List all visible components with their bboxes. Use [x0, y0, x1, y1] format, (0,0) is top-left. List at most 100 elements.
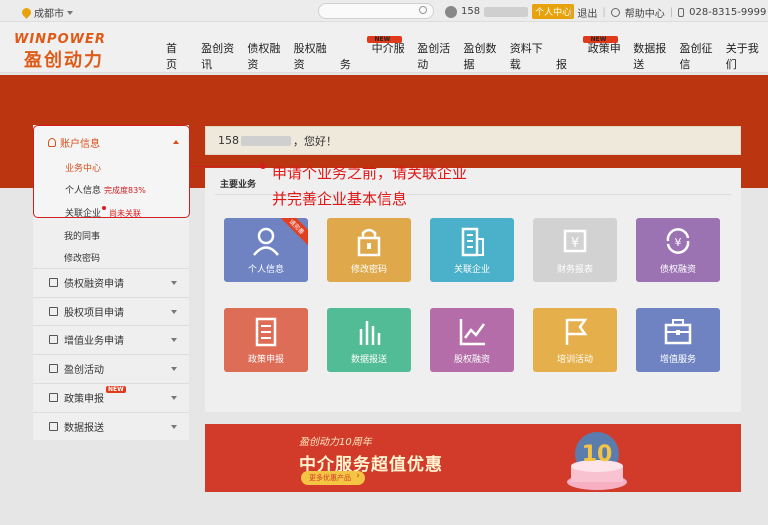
anniversary-cake-icon: 10: [567, 432, 627, 490]
city-selector[interactable]: 成都市: [20, 5, 73, 20]
nav-item-1[interactable]: 盈创资讯: [197, 40, 243, 72]
nav-item-6[interactable]: 盈创数据: [459, 40, 505, 72]
person-icon: [253, 227, 279, 256]
line-chart-icon: [459, 319, 486, 346]
account-info-header[interactable]: 账户信息: [48, 135, 100, 150]
top-links: | 退出 | 帮助中心 | 028-8315-9999: [569, 5, 767, 20]
nav-item-4[interactable]: NEW中介服务: [336, 36, 413, 72]
sidebar-section-label: 债权融资申请: [64, 279, 124, 290]
chevron-down-icon: [171, 424, 177, 429]
tile-label: 个人信息: [247, 265, 284, 275]
sidebar-item-change-password[interactable]: 修改密码: [64, 251, 100, 264]
sidebar-section-2[interactable]: 增值业务申请: [33, 325, 189, 353]
chevron-down-icon: [171, 395, 177, 400]
tile-label: 培训活动: [556, 355, 593, 365]
site-header: WINPOWER 盈创动力 首页 盈创资讯 债权融资 股权融资 NEW中介服务 盈创活动盈…: [0, 22, 768, 73]
svg-text:10: 10: [582, 442, 613, 467]
tile-building[interactable]: 关联企业: [430, 218, 514, 282]
search-icon[interactable]: [419, 6, 427, 14]
chevron-down-icon: [171, 281, 177, 285]
greeting-phone-prefix: 158: [218, 134, 239, 147]
alert-dot-icon: [102, 206, 107, 210]
annotation-line: [190, 166, 264, 167]
briefcase-icon: [664, 319, 692, 345]
sidebar-item-related-company[interactable]: 关联企业 尚未关联: [65, 206, 141, 219]
user-info[interactable]: 158 个人中心: [445, 4, 575, 19]
tile-label: 股权融资: [453, 355, 490, 365]
nav-item-11[interactable]: 关于我们: [722, 40, 768, 72]
annotation-line-1: 申请个业务之前，请关联企业: [272, 164, 468, 182]
chevron-down-icon: [171, 309, 177, 314]
chevron-up-icon[interactable]: [173, 140, 179, 144]
logo-text-cn[interactable]: 盈创动力: [24, 46, 104, 72]
tile-lock[interactable]: 修改密码: [327, 218, 411, 282]
location-pin-icon: [20, 6, 33, 19]
greeting-text: ，您好！: [293, 134, 337, 148]
annotation-dot: [260, 163, 266, 169]
bar-chart-icon: [359, 321, 381, 345]
nav-item-9[interactable]: 数据报送: [629, 40, 675, 72]
svg-text:¥: ¥: [571, 236, 579, 251]
bar-chart-icon: [49, 421, 58, 431]
annotation-note: 申请个业务之前，请关联企业 并完善企业基本信息: [272, 160, 467, 212]
nav-item-5[interactable]: 盈创活动: [413, 40, 459, 72]
masked-phone: [484, 6, 529, 17]
sidebar-item-business-center[interactable]: 业务中心: [65, 161, 101, 174]
new-badge: NEW: [106, 385, 126, 393]
tile-document[interactable]: 政策申报: [224, 308, 308, 372]
chevron-down-icon: [171, 367, 177, 372]
hotline-number: 028-8315-9999: [689, 7, 767, 18]
chevron-down-icon: [171, 338, 177, 343]
tile-bar-chart[interactable]: 数据报送: [327, 308, 411, 372]
city-name: 成都市: [34, 9, 64, 20]
tile-flag[interactable]: 培训活动: [533, 308, 617, 372]
logo-text-en[interactable]: WINPOWER: [14, 32, 106, 47]
nav-item-3[interactable]: 股权融资: [290, 40, 336, 72]
account-info-panel: 账户信息 业务中心 个人信息 完成度83% 关联企业 尚未关联: [33, 125, 190, 219]
nav-item-0[interactable]: 首页: [158, 40, 197, 72]
flag-icon: [565, 318, 588, 345]
flag-icon: [49, 364, 58, 374]
sidebar-item-colleagues[interactable]: 我的同事: [64, 229, 100, 242]
main-nav: 首页 盈创资讯 债权融资 股权融资 NEW中介服务 盈创活动 盈创数据 资料下载 NEW政策申报…: [158, 36, 768, 72]
lock-icon: [357, 228, 381, 257]
greeting-bar: 158 ，您好！: [205, 126, 741, 155]
search-input[interactable]: [318, 3, 434, 19]
sidebar-section-5[interactable]: 数据报送: [33, 411, 189, 440]
report-icon: ¥: [563, 229, 587, 253]
banner-cta-button[interactable]: 更多优惠产品: [301, 471, 365, 485]
nav-item-7[interactable]: 资料下载: [506, 40, 552, 72]
tile-label: 数据报送: [350, 355, 387, 365]
nav-item-10[interactable]: 盈创征信: [676, 40, 722, 72]
sidebar-section-0[interactable]: 债权融资申请: [33, 268, 189, 296]
tile-briefcase[interactable]: 增值服务: [636, 308, 720, 372]
sidebar-item-personal-info[interactable]: 个人信息 完成度83%: [65, 183, 146, 196]
building-icon: [461, 227, 484, 257]
nav-item-label: 政策申报: [555, 42, 621, 71]
nav-item-8[interactable]: NEW政策申报: [552, 36, 629, 72]
briefcase-icon: [49, 335, 58, 345]
line-chart-icon: [49, 306, 58, 316]
logout-link[interactable]: 退出: [577, 5, 597, 20]
promo-banner[interactable]: 盈创动力10周年 中介服务超值优惠 更多优惠产品 10: [205, 424, 741, 492]
sidebar-section-3[interactable]: 盈创活动: [33, 354, 189, 382]
sidebar-section-label: 政策申报: [64, 393, 104, 405]
nav-item-2[interactable]: 债权融资: [243, 40, 289, 72]
tile-label: 政策申报: [247, 355, 284, 365]
sidebar-section-1[interactable]: 股权项目申请: [33, 296, 189, 325]
sidebar-section-label: 盈创活动: [64, 365, 104, 377]
help-link[interactable]: 帮助中心: [625, 5, 665, 20]
masked-phone: [241, 135, 291, 146]
svg-text:¥: ¥: [675, 236, 682, 249]
account-info-title: 账户信息: [60, 139, 100, 150]
sidebar-section-4[interactable]: 政策申报 NEW: [33, 382, 189, 411]
yen-cycle-icon: [49, 278, 58, 287]
sidebar-section-label: 股权项目申请: [64, 307, 124, 319]
sidebar-section-label: 增值业务申请: [64, 336, 124, 348]
tile-line-chart[interactable]: 股权融资: [430, 308, 514, 372]
tile-person[interactable]: 请完善 个人信息: [224, 218, 308, 282]
panel-title: 主要业务: [220, 180, 257, 190]
tile-yen-cycle[interactable]: ¥ 债权融资: [636, 218, 720, 282]
tile-report[interactable]: ¥ 财务报表: [533, 218, 617, 282]
user-center-badge[interactable]: 个人中心: [532, 4, 575, 19]
